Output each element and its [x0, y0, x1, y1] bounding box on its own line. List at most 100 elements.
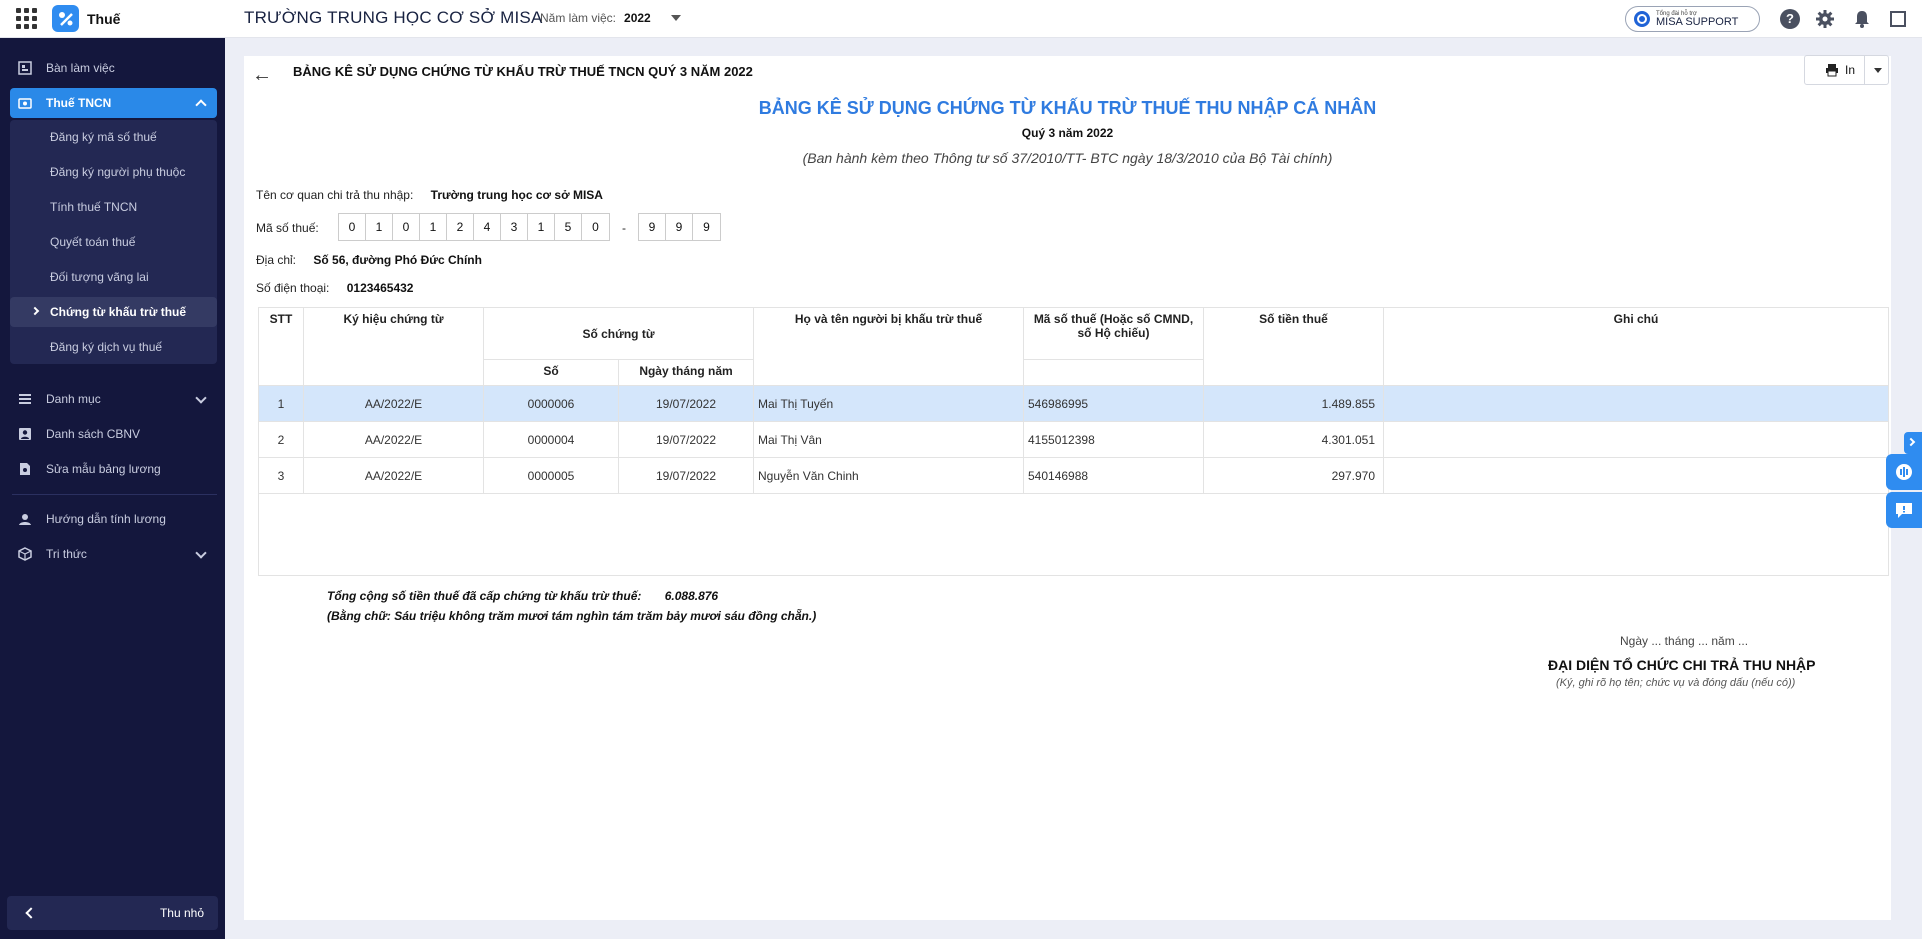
cell-note	[1383, 457, 1889, 494]
table-row[interactable]: 2 AA/2022/E 0000004 19/07/2022 Mai Thị V…	[258, 421, 1889, 458]
sidebar-item-label: Bàn làm việc	[46, 61, 115, 75]
tax-icon	[18, 98, 32, 109]
working-year-select[interactable]: Năm làm việc: 2022	[540, 11, 681, 25]
collapse-sidebar-button[interactable]: Thu nhỏ	[7, 896, 218, 930]
print-dropdown-icon[interactable]	[1874, 67, 1882, 73]
sidebar-item-label: Danh mục	[46, 392, 101, 406]
app-logo[interactable]	[52, 5, 79, 32]
payer-value: Trường trung học cơ sở MISA	[430, 188, 603, 202]
misa-support-button[interactable]: Tổng đài hỗ trợ MISA SUPPORT	[1625, 6, 1760, 32]
tax-code-digit: 1	[366, 214, 393, 240]
tax-code-digit: 5	[555, 214, 582, 240]
cell-tax-code: 540146988	[1023, 457, 1204, 494]
subitem-label: Đăng ký dịch vụ thuế	[50, 340, 163, 354]
phone-value: 0123465432	[346, 281, 414, 295]
cube-icon	[18, 547, 32, 561]
payer-label: Tên cơ quan chi trả thu nhập:	[256, 188, 414, 202]
voice-assistant-button[interactable]	[1886, 454, 1922, 490]
sidebar-item-payroll-guide[interactable]: Hướng dẫn tính lương	[10, 504, 217, 534]
sidebar-item-employees[interactable]: Danh sách CBNV	[10, 419, 217, 449]
tax-code-digit: 3	[501, 214, 528, 240]
tax-code-label: Mã số thuế:	[256, 221, 319, 235]
expand-icon[interactable]	[1888, 9, 1908, 29]
cell-date: 19/07/2022	[618, 421, 754, 458]
col-amount: Số tiền thuế	[1203, 307, 1384, 386]
empty-cell	[258, 493, 1889, 576]
tax-code-suffix-digit: 9	[639, 214, 666, 240]
col-stt: STT	[258, 307, 304, 386]
sidebar-subitem-tax-settlement[interactable]: Quyết toán thuế	[10, 227, 217, 257]
cell-number: 0000005	[483, 457, 619, 494]
cell-tax-code: 546986995	[1023, 385, 1204, 422]
tax-code-suffix-box: 9 9 9	[638, 213, 721, 241]
document-note: (Ban hành kèm theo Thông tư số 37/2010/T…	[802, 150, 1333, 166]
print-button[interactable]: In	[1804, 55, 1889, 85]
gear-icon[interactable]	[1815, 9, 1835, 29]
signature-title: ĐẠI DIỆN TỔ CHỨC CHI TRẢ THU NHẬP	[1548, 657, 1816, 673]
sidebar-subitem-calculate-tax[interactable]: Tính thuế TNCN	[10, 192, 217, 222]
sidebar-subitem-withholding-docs[interactable]: Chứng từ khấu trừ thuế	[10, 297, 217, 327]
cell-amount: 1.489.855	[1203, 385, 1384, 422]
total-row: Tổng cộng số tiền thuế đã cấp chứng từ k…	[327, 589, 718, 603]
sidebar-item-dashboard[interactable]: Bàn làm việc	[10, 53, 217, 83]
tax-code-digit: 0	[339, 214, 366, 240]
sidebar-item-label: Tri thức	[46, 547, 87, 561]
sidebar-item-tax-tncn[interactable]: Thuế TNCN	[10, 88, 217, 118]
col-tax-code-sub	[1023, 359, 1204, 386]
sidebar-item-edit-payroll-template[interactable]: Sửa mẫu bảng lương	[10, 454, 217, 484]
app-name: Thuế	[87, 10, 121, 27]
cell-amount: 297.970	[1203, 457, 1384, 494]
sidebar-subitem-tax-service[interactable]: Đăng ký dịch vụ thuế	[10, 332, 217, 362]
table-row[interactable]: 1 AA/2022/E 0000006 19/07/2022 Mai Thị T…	[258, 385, 1889, 422]
tax-code-digit: 2	[447, 214, 474, 240]
table-row[interactable]: 3 AA/2022/E 0000005 19/07/2022 Nguyễn Vă…	[258, 457, 1889, 494]
cell-name: Mai Thị Tuyến	[753, 385, 1024, 422]
help-icon[interactable]: ?	[1780, 9, 1800, 29]
cell-tax-code: 4155012398	[1023, 421, 1204, 458]
tax-code-digit: 0	[592, 220, 599, 234]
payer-row: Tên cơ quan chi trả thu nhập: Trường tru…	[256, 188, 603, 202]
cell-date: 19/07/2022	[618, 385, 754, 422]
sidebar-subitem-visitors[interactable]: Đối tượng vãng lai	[10, 262, 217, 292]
document-quarter: Quý 3 năm 2022	[1021, 126, 1114, 140]
cell-amount: 4.301.051	[1203, 421, 1384, 458]
expand-panel-tab[interactable]	[1904, 432, 1922, 454]
tax-code-digit: 1	[528, 214, 555, 240]
chevron-left-icon	[25, 907, 37, 919]
dashboard-icon	[18, 61, 32, 75]
col-doc-no-group: Số chứng từ	[483, 307, 754, 360]
back-arrow-icon[interactable]: ←	[252, 64, 272, 87]
address-value: Số 56, đường Phó Đức Chính	[313, 253, 482, 267]
tax-code-separator: -	[622, 221, 626, 235]
sidebar-item-categories[interactable]: Danh mục	[10, 384, 217, 414]
employee-icon	[19, 428, 31, 440]
subitem-label: Đăng ký mã số thuế	[50, 130, 157, 144]
sidebar-item-knowledge[interactable]: Tri thức	[10, 539, 217, 569]
col-number: Số	[483, 359, 619, 386]
apps-grid-icon[interactable]	[14, 7, 38, 31]
logo-icon	[58, 11, 73, 26]
sidebar-item-label: Hướng dẫn tính lương	[46, 512, 166, 526]
withholding-table: STT Ký hiệu chứng từ Số chứng từ Họ và t…	[258, 307, 1889, 576]
sidebar-item-label: Thuế TNCN	[46, 96, 112, 110]
bell-icon[interactable]	[1852, 9, 1872, 29]
document-title: BẢNG KÊ SỬ DỤNG CHỨNG TỪ KHẤU TRỪ THUẾ T…	[758, 98, 1377, 118]
page-title: BẢNG KÊ SỬ DỤNG CHỨNG TỪ KHẤU TRỪ THUẾ T…	[293, 64, 753, 79]
cell-number: 0000006	[483, 385, 619, 422]
cell-date: 19/07/2022	[618, 457, 754, 494]
sidebar-subitem-register-dependents[interactable]: Đăng ký người phụ thuộc	[10, 157, 217, 187]
subitem-label: Quyết toán thuế	[50, 235, 136, 249]
col-symbol: Ký hiệu chứng từ	[303, 307, 484, 386]
chevron-right-icon	[1906, 437, 1916, 447]
cell-symbol: AA/2022/E	[303, 457, 484, 494]
cell-symbol: AA/2022/E	[303, 421, 484, 458]
chat-feedback-button[interactable]	[1886, 492, 1922, 528]
edit-template-icon	[20, 463, 30, 475]
total-label: Tổng cộng số tiền thuế đã cấp chứng từ k…	[327, 589, 642, 603]
sidebar-subitem-register-tax-code[interactable]: Đăng ký mã số thuế	[10, 122, 217, 152]
sidebar-divider	[12, 494, 217, 495]
school-name: TRƯỜNG TRUNG HỌC CƠ SỞ MISA	[244, 8, 543, 27]
signature-note: (Ký, ghi rõ họ tên; chức vụ và đóng dấu …	[1556, 677, 1796, 689]
sidebar-item-label: Sửa mẫu bảng lương	[46, 462, 161, 476]
total-in-words: (Bằng chữ: Sáu triệu không trăm mươi tám…	[327, 609, 817, 623]
